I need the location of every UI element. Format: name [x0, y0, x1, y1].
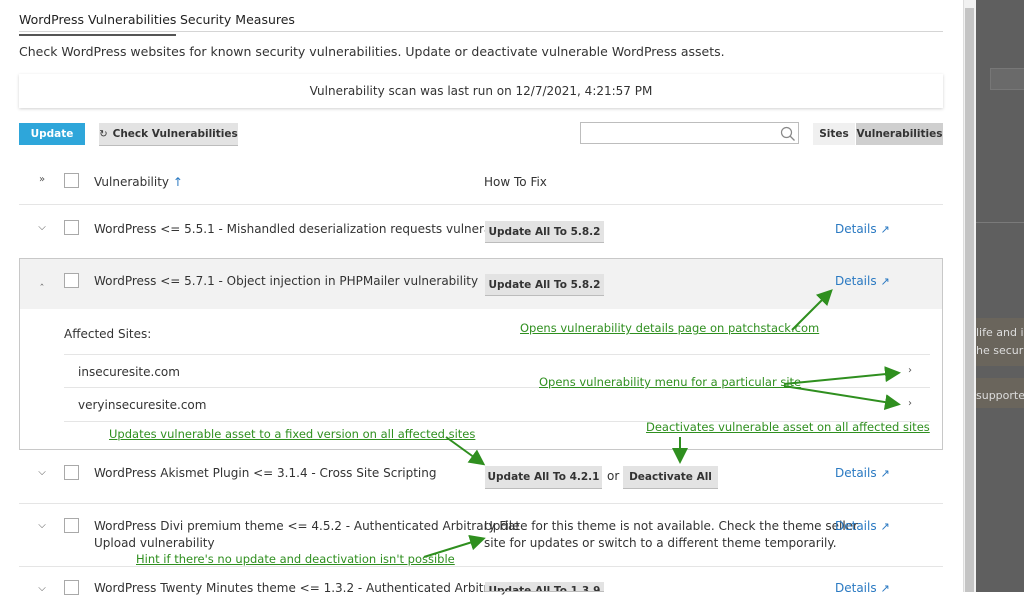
background-text: he securi [976, 344, 1024, 357]
scrollbar-thumb[interactable] [965, 8, 974, 592]
background-text: supporte [976, 389, 1024, 402]
background-text: life and is [976, 326, 1024, 339]
arrow-update [445, 436, 486, 466]
arrow-hint [423, 534, 486, 558]
arrow-site-menu-2 [783, 385, 901, 411]
arrow-details [791, 289, 833, 331]
annotation-arrows [423, 289, 901, 558]
background-panel: life and is he securi supporte [976, 0, 1024, 592]
arrow-site-menu-1 [783, 366, 901, 385]
